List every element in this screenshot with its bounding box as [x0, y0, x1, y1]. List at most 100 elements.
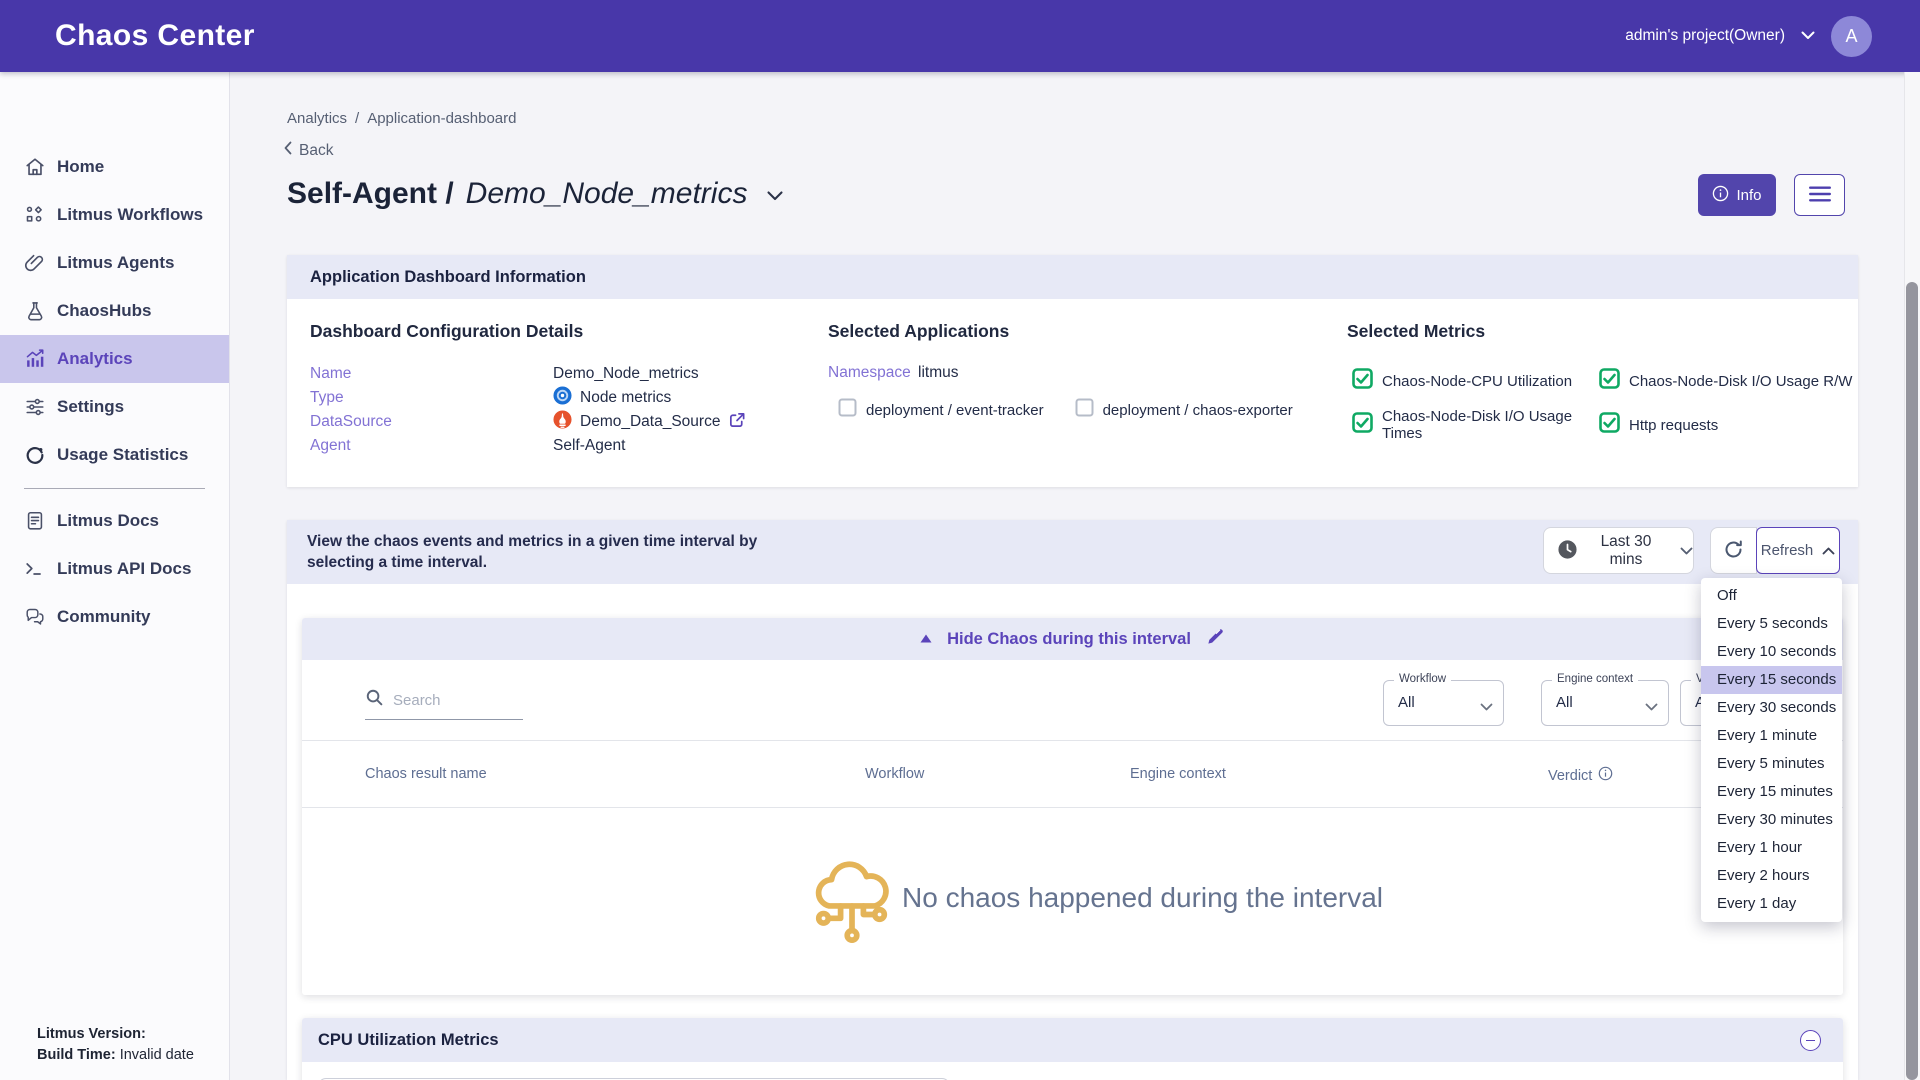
- sidebar-item-litmus-workflows[interactable]: Litmus Workflows: [0, 191, 229, 239]
- sidebar-item-litmus-docs[interactable]: Litmus Docs: [0, 497, 229, 545]
- sidebar-item-label: Litmus Docs: [57, 511, 159, 531]
- empty-message: No chaos happened during the interval: [902, 882, 1383, 914]
- analytics-icon: [24, 348, 46, 370]
- breadcrumb: Analytics / Application-dashboard: [287, 110, 516, 127]
- sidebar-item-label: Litmus Workflows: [57, 205, 203, 225]
- menu-item-every-5-minutes[interactable]: Every 5 minutes: [1701, 750, 1842, 778]
- application-checkbox-event-tracker[interactable]: deployment / event-tracker: [838, 398, 1044, 422]
- panel-header: Application Dashboard Information: [287, 255, 1858, 299]
- breadcrumb-analytics[interactable]: Analytics: [287, 110, 347, 127]
- chaoshubs-icon: [24, 300, 46, 322]
- metric-checkbox-disk-io-rw[interactable]: Chaos-Node-Disk I/O Usage R/W: [1599, 368, 1852, 394]
- refresh-rate-dropdown[interactable]: Refresh: [1756, 527, 1840, 574]
- menu-item-every-15-minutes[interactable]: Every 15 minutes: [1701, 778, 1842, 806]
- chevron-down-icon: [1680, 543, 1693, 558]
- time-interval-bar: View the chaos events and metrics in a g…: [287, 520, 1858, 584]
- search-icon: [365, 688, 384, 712]
- back-link[interactable]: Back: [284, 141, 333, 160]
- dashboard-switcher-chevron-icon[interactable]: [767, 188, 783, 206]
- config-row-datasource: DataSource Demo_Data_Source: [310, 410, 746, 434]
- breadcrumb-separator: /: [355, 110, 359, 127]
- selected-metrics: Selected Metrics Chaos-Node-CPU Utilizat…: [1347, 321, 1852, 442]
- section-title: Dashboard Configuration Details: [310, 321, 746, 342]
- time-range-select[interactable]: Last 30 mins: [1543, 527, 1694, 574]
- application-checkbox-chaos-exporter[interactable]: deployment / chaos-exporter: [1075, 398, 1293, 422]
- cpu-utilization-section: CPU Utilization Metrics: [302, 1018, 1843, 1080]
- edit-pencil-icon[interactable]: [1206, 627, 1225, 651]
- search-input[interactable]: [393, 692, 513, 709]
- menu-item-every-2-hours[interactable]: Every 2 hours: [1701, 862, 1842, 890]
- external-link-icon[interactable]: [728, 411, 746, 434]
- sidebar-item-label: Usage Statistics: [57, 445, 188, 465]
- empty-state: No chaos happened during the interval: [302, 808, 1843, 995]
- build-time-label: Build Time:: [37, 1047, 116, 1063]
- metric-checkbox-http-requests[interactable]: Http requests: [1599, 408, 1852, 442]
- api-docs-icon: [24, 558, 46, 580]
- refresh-icon: [1722, 538, 1745, 564]
- sidebar-item-community[interactable]: Community: [0, 593, 229, 641]
- config-row-type: Type Node metrics: [310, 386, 746, 410]
- sidebar-item-settings[interactable]: Settings: [0, 383, 229, 431]
- app-title: Chaos Center: [55, 19, 255, 53]
- page-title-dashboard: Demo_Node_metrics: [466, 177, 748, 211]
- sidebar-item-chaoshubs[interactable]: ChaosHubs: [0, 287, 229, 335]
- sidebar-item-analytics[interactable]: Analytics: [0, 335, 229, 383]
- panel-title: Application Dashboard Information: [310, 268, 586, 287]
- manual-refresh-button[interactable]: [1710, 527, 1757, 574]
- sidebar-item-litmus-agents[interactable]: Litmus Agents: [0, 239, 229, 287]
- menu-item-every-1-hour[interactable]: Every 1 hour: [1701, 834, 1842, 862]
- prometheus-icon: [553, 410, 572, 434]
- metric-checkbox-disk-io-times[interactable]: Chaos-Node-Disk I/O Usage Times: [1352, 408, 1599, 442]
- sidebar-footer: Litmus Version: Build Time: Invalid date: [37, 1024, 194, 1066]
- chevron-down-icon[interactable]: [1801, 27, 1815, 45]
- sidebar-item-home[interactable]: Home: [0, 143, 229, 191]
- build-time-value: Invalid date: [116, 1047, 194, 1063]
- refresh-rate-menu: Off Every 5 seconds Every 10 seconds Eve…: [1701, 578, 1842, 922]
- page-title-row: Self-Agent / Demo_Node_metrics: [287, 170, 783, 218]
- workflows-icon: [24, 204, 46, 226]
- menu-item-every-1-day[interactable]: Every 1 day: [1701, 890, 1842, 918]
- namespace-row: Namespace litmus: [828, 364, 1293, 382]
- checkbox-unchecked-icon: [1075, 398, 1094, 422]
- project-selector[interactable]: admin's project(Owner): [1625, 27, 1785, 45]
- menu-item-every-15-seconds[interactable]: Every 15 seconds: [1701, 666, 1842, 694]
- cpu-section-header: CPU Utilization Metrics: [302, 1018, 1843, 1062]
- menu-item-every-30-seconds[interactable]: Every 30 seconds: [1701, 694, 1842, 722]
- chevron-down-icon: [1480, 698, 1493, 716]
- sidebar-secondary-nav: Litmus Docs Litmus API Docs Community: [0, 497, 229, 641]
- config-row-agent: Agent Self-Agent: [310, 434, 746, 458]
- menu-item-every-5-seconds[interactable]: Every 5 seconds: [1701, 610, 1842, 638]
- sidebar-item-label: Home: [57, 157, 104, 177]
- interval-description: View the chaos events and metrics in a g…: [307, 531, 777, 573]
- verdict-info-icon[interactable]: [1598, 766, 1613, 785]
- clock-icon: [1557, 539, 1578, 563]
- checkbox-checked-icon: [1352, 412, 1373, 438]
- selected-applications: Selected Applications Namespace litmus d…: [828, 321, 1293, 422]
- section-title: Selected Applications: [828, 321, 1293, 342]
- scrollbar-thumb[interactable]: [1906, 282, 1918, 1080]
- community-icon: [24, 606, 46, 628]
- collapse-minus-icon[interactable]: [1800, 1030, 1821, 1051]
- engine-context-filter[interactable]: Engine context All: [1541, 680, 1669, 726]
- metric-checkbox-cpu-utilization[interactable]: Chaos-Node-CPU Utilization: [1352, 368, 1599, 394]
- sidebar-nav: Home Litmus Workflows Litmus Agents Chao…: [0, 72, 229, 479]
- menu-item-every-10-seconds[interactable]: Every 10 seconds: [1701, 638, 1842, 666]
- dashboard-information-panel: Application Dashboard Information Dashbo…: [287, 255, 1858, 487]
- page-title-agent: Self-Agent /: [287, 177, 454, 211]
- sidebar-item-litmus-api-docs[interactable]: Litmus API Docs: [0, 545, 229, 593]
- hide-chaos-toggle[interactable]: Hide Chaos during this interval: [302, 618, 1843, 660]
- workflow-filter[interactable]: Workflow All: [1383, 680, 1504, 726]
- sidebar-item-label: Settings: [57, 397, 124, 417]
- menu-item-off[interactable]: Off: [1701, 582, 1842, 610]
- menu-item-every-1-minute[interactable]: Every 1 minute: [1701, 722, 1842, 750]
- avatar[interactable]: A: [1831, 16, 1872, 57]
- menu-item-every-30-minutes[interactable]: Every 30 minutes: [1701, 806, 1842, 834]
- info-button[interactable]: Info: [1698, 174, 1776, 216]
- chaos-results-card: Hide Chaos during this interval Workflow…: [302, 618, 1843, 995]
- sidebar-item-usage-statistics[interactable]: Usage Statistics: [0, 431, 229, 479]
- search-field: [365, 688, 523, 720]
- sidebar-item-label: ChaosHubs: [57, 301, 151, 321]
- dashboard-menu-button[interactable]: [1794, 174, 1845, 216]
- litmus-version-label: Litmus Version:: [37, 1026, 146, 1042]
- breadcrumb-current: Application-dashboard: [367, 110, 516, 127]
